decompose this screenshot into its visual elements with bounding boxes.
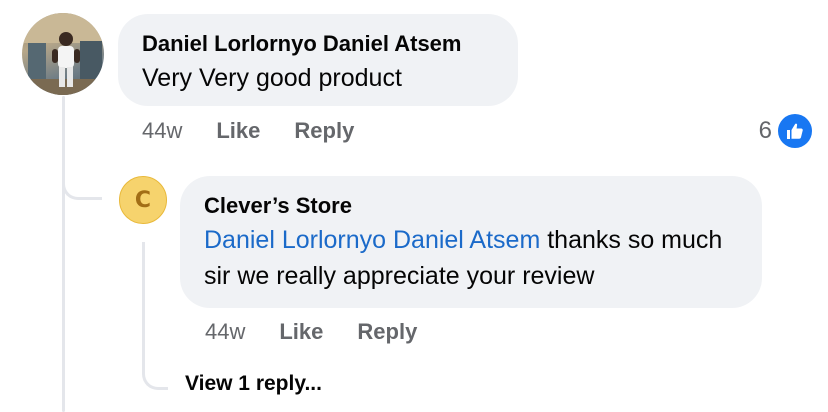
comment-actions: 44w Like Reply [142,118,388,144]
comment-bubble: Daniel Lorlornyo Daniel Atsem Very Very … [118,14,518,106]
reply-like-button[interactable]: Like [279,319,323,345]
reply-connector-line [142,242,145,352]
comment-text: Very Very good product [142,64,402,92]
avatar[interactable] [22,13,104,95]
comment-thread: Daniel Lorlornyo Daniel Atsem Very Very … [0,0,828,412]
reply-connector-curve [142,340,168,390]
reply-timestamp[interactable]: 44w [205,319,245,345]
reply-actions: 44w Like Reply [205,319,451,345]
mention-link[interactable]: Daniel Lorlornyo Daniel Atsem [204,226,540,254]
reply-button[interactable]: Reply [294,118,354,144]
reaction-summary[interactable]: 6 [759,114,812,148]
reply-bubble: Clever’s Store Daniel Lorlornyo Daniel A… [180,176,762,308]
comment-timestamp[interactable]: 44w [142,118,182,144]
thumbs-up-icon [778,114,812,148]
thread-connector-curve [62,150,102,200]
reply-author[interactable]: Clever’s Store [204,192,738,220]
view-replies-link[interactable]: View 1 reply... [185,372,322,396]
comment-author[interactable]: Daniel Lorlornyo Daniel Atsem [142,30,494,58]
reply-reply-button[interactable]: Reply [357,319,417,345]
store-avatar[interactable]: C [119,176,167,224]
reply-text: Daniel Lorlornyo Daniel Atsem thanks so … [204,222,738,294]
reaction-count: 6 [758,117,772,144]
thread-connector-line [62,96,65,412]
like-button[interactable]: Like [216,118,260,144]
